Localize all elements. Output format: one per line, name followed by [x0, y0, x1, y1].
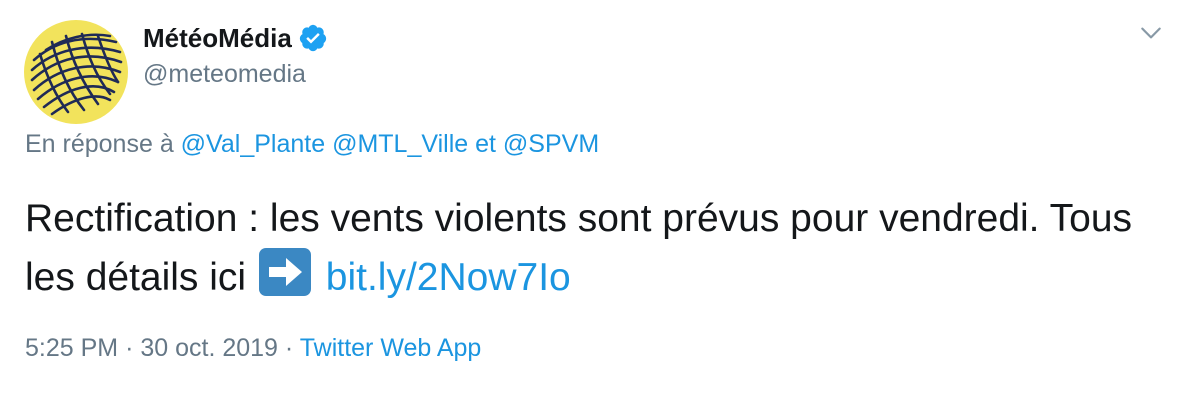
- meta-separator-2: ·: [284, 334, 294, 362]
- tweet-text: Rectification : les vents violents sont …: [25, 190, 1155, 307]
- tweet-link[interactable]: bit.ly/2Now7Io: [326, 256, 571, 299]
- chevron-down-icon[interactable]: [1138, 20, 1164, 46]
- meta-separator-1: ·: [125, 334, 134, 362]
- reply-prefix: En réponse à: [25, 130, 174, 158]
- reply-context: En réponse à @Val_Plante @MTL_Ville et @…: [25, 130, 599, 159]
- tweet-date[interactable]: 30 oct. 2019: [140, 334, 278, 362]
- avatar[interactable]: [24, 20, 128, 124]
- tweet-source[interactable]: Twitter Web App: [300, 334, 482, 362]
- mention-mtl-ville[interactable]: @MTL_Ville: [332, 130, 468, 158]
- tweet-body: Rectification : les vents violents sont …: [25, 197, 1133, 299]
- author-handle[interactable]: @meteomedia: [143, 60, 306, 89]
- author-name-row[interactable]: MétéoMédia: [143, 18, 328, 58]
- mention-spvm[interactable]: @SPVM: [503, 130, 599, 158]
- author-name[interactable]: MétéoMédia: [143, 23, 292, 54]
- reply-conjunction[interactable]: et: [475, 130, 496, 158]
- tweet-meta: 5:25 PM · 30 oct. 2019 · Twitter Web App: [25, 334, 481, 363]
- right-arrow-emoji-icon: [258, 248, 311, 296]
- verified-badge-icon: [299, 24, 326, 52]
- mention-val-plante[interactable]: @Val_Plante: [181, 130, 325, 158]
- meteomedia-logo-icon: [30, 32, 123, 116]
- tweet-time[interactable]: 5:25 PM: [25, 334, 118, 362]
